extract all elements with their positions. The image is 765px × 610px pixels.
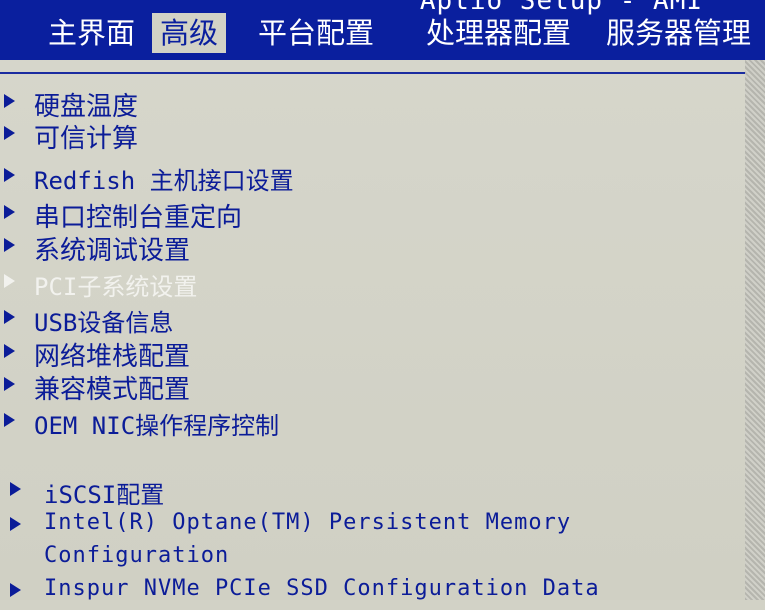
- submenu-arrow-icon: [4, 238, 15, 252]
- submenu-arrow-icon: [4, 377, 15, 391]
- scrollbar[interactable]: [745, 60, 765, 600]
- submenu-arrow-icon: [4, 274, 15, 288]
- menu-item-label: 可信计算: [34, 124, 139, 154]
- submenu-arrow-icon: [10, 517, 21, 531]
- menu-item-label: iSCSI配置: [44, 481, 165, 509]
- tab-processor-config[interactable]: 处理器配置: [422, 13, 575, 53]
- menu-item-label: PCI子系统设置: [34, 273, 198, 301]
- submenu-arrow-icon: [4, 310, 15, 324]
- tab-server-mgmt[interactable]: 服务器管理: [602, 13, 755, 53]
- submenu-arrow-icon: [10, 482, 21, 496]
- menu-item-label: Intel(R) Optane(TM) Persistent Memory: [44, 510, 572, 535]
- tab-main[interactable]: 主界面: [44, 13, 139, 53]
- tab-platform-config[interactable]: 平台配置: [254, 13, 378, 53]
- menu-item-label: 网络堆栈配置: [34, 342, 191, 372]
- panel-top-rule: [0, 72, 745, 74]
- menu-item-label: 兼容模式配置: [34, 375, 191, 405]
- menu-item-label: Inspur NVMe PCIe SSD Configuration Data: [44, 576, 600, 601]
- submenu-arrow-icon: [4, 168, 15, 182]
- top-bar: Aptio Setup - AMI 主界面 高级 平台配置 处理器配置 服务器管…: [0, 0, 765, 60]
- menu-item-label: USB设备信息: [34, 309, 174, 337]
- menu-item-label: 系统调试设置: [34, 236, 191, 266]
- submenu-arrow-icon: [4, 126, 15, 140]
- menu-item-label: OEM NIC操作程序控制: [34, 412, 280, 440]
- submenu-arrow-icon: [4, 94, 15, 108]
- submenu-arrow-icon: [4, 205, 15, 219]
- menu-item-label-line2: Configuration: [44, 543, 230, 568]
- submenu-arrow-icon: [4, 344, 15, 358]
- menu-item-label: Redfish 主机接口设置: [34, 167, 294, 195]
- submenu-arrow-icon: [10, 583, 21, 597]
- menu-item-label: 串口控制台重定向: [34, 203, 243, 233]
- tab-advanced[interactable]: 高级: [152, 13, 227, 53]
- submenu-arrow-icon: [4, 413, 15, 427]
